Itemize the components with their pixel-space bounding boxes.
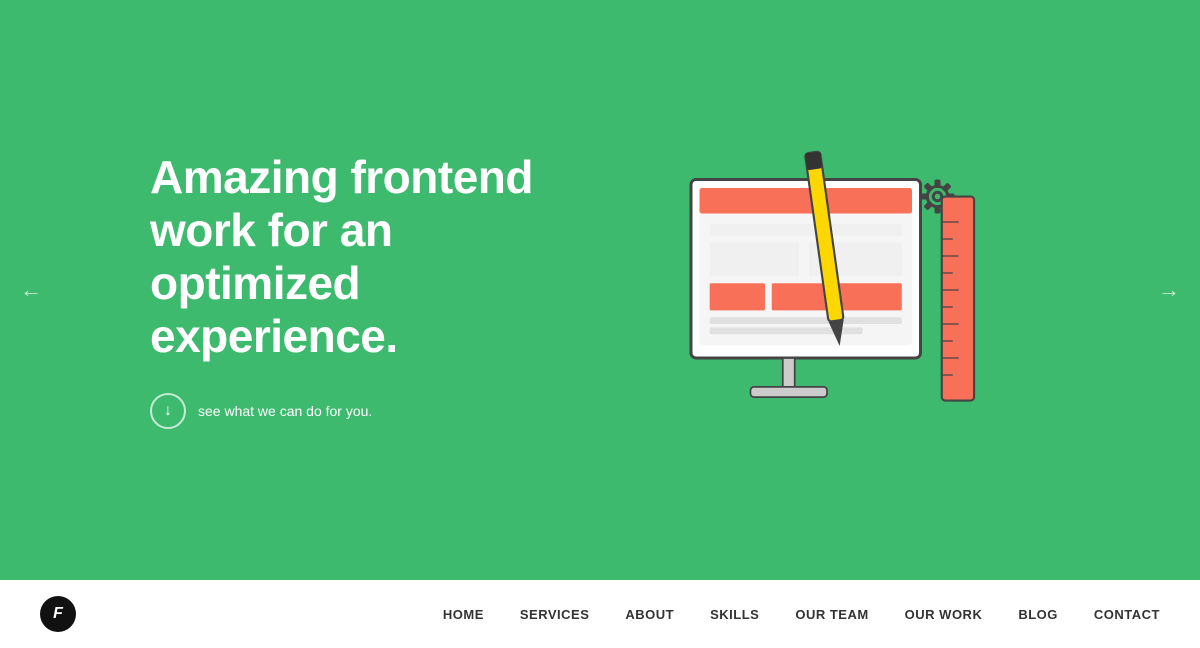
nav-link-services[interactable]: SERVICES: [520, 607, 590, 622]
navbar-links: HOME SERVICES ABOUT SKILLS OUR TEAM OUR WORK B…: [443, 607, 1160, 622]
hero-illustration: [570, 120, 1050, 460]
hero-headline: Amazing frontend work for an optimized e…: [150, 151, 570, 363]
nav-link-our-team[interactable]: OUR TEAM: [795, 607, 868, 622]
hero-text-block: Amazing frontend work for an optimized e…: [150, 151, 570, 429]
nav-link-blog[interactable]: BLOG: [1018, 607, 1058, 622]
nav-link-about[interactable]: ABOUT: [625, 607, 674, 622]
nav-link-our-work[interactable]: OUR WORK: [905, 607, 983, 622]
hero-cta[interactable]: ↓ see what we can do for you.: [150, 393, 570, 429]
nav-link-skills[interactable]: SKILLS: [710, 607, 759, 622]
illustration-svg: [640, 120, 980, 460]
next-arrow[interactable]: →: [1158, 277, 1180, 303]
nav-link-contact[interactable]: CONTACT: [1094, 607, 1160, 622]
cta-text: see what we can do for you.: [198, 403, 372, 419]
prev-arrow[interactable]: ←: [20, 277, 42, 303]
hero-content: Amazing frontend work for an optimized e…: [150, 120, 1050, 460]
navbar: F HOME SERVICES ABOUT SKILLS OUR TEAM OUR WOR…: [0, 580, 1200, 648]
hero-section: ← Amazing frontend work for an optimized…: [0, 0, 1200, 580]
nav-link-home[interactable]: HOME: [443, 607, 484, 622]
navbar-logo[interactable]: F: [40, 596, 76, 632]
down-arrow-icon: ↓: [150, 393, 186, 429]
